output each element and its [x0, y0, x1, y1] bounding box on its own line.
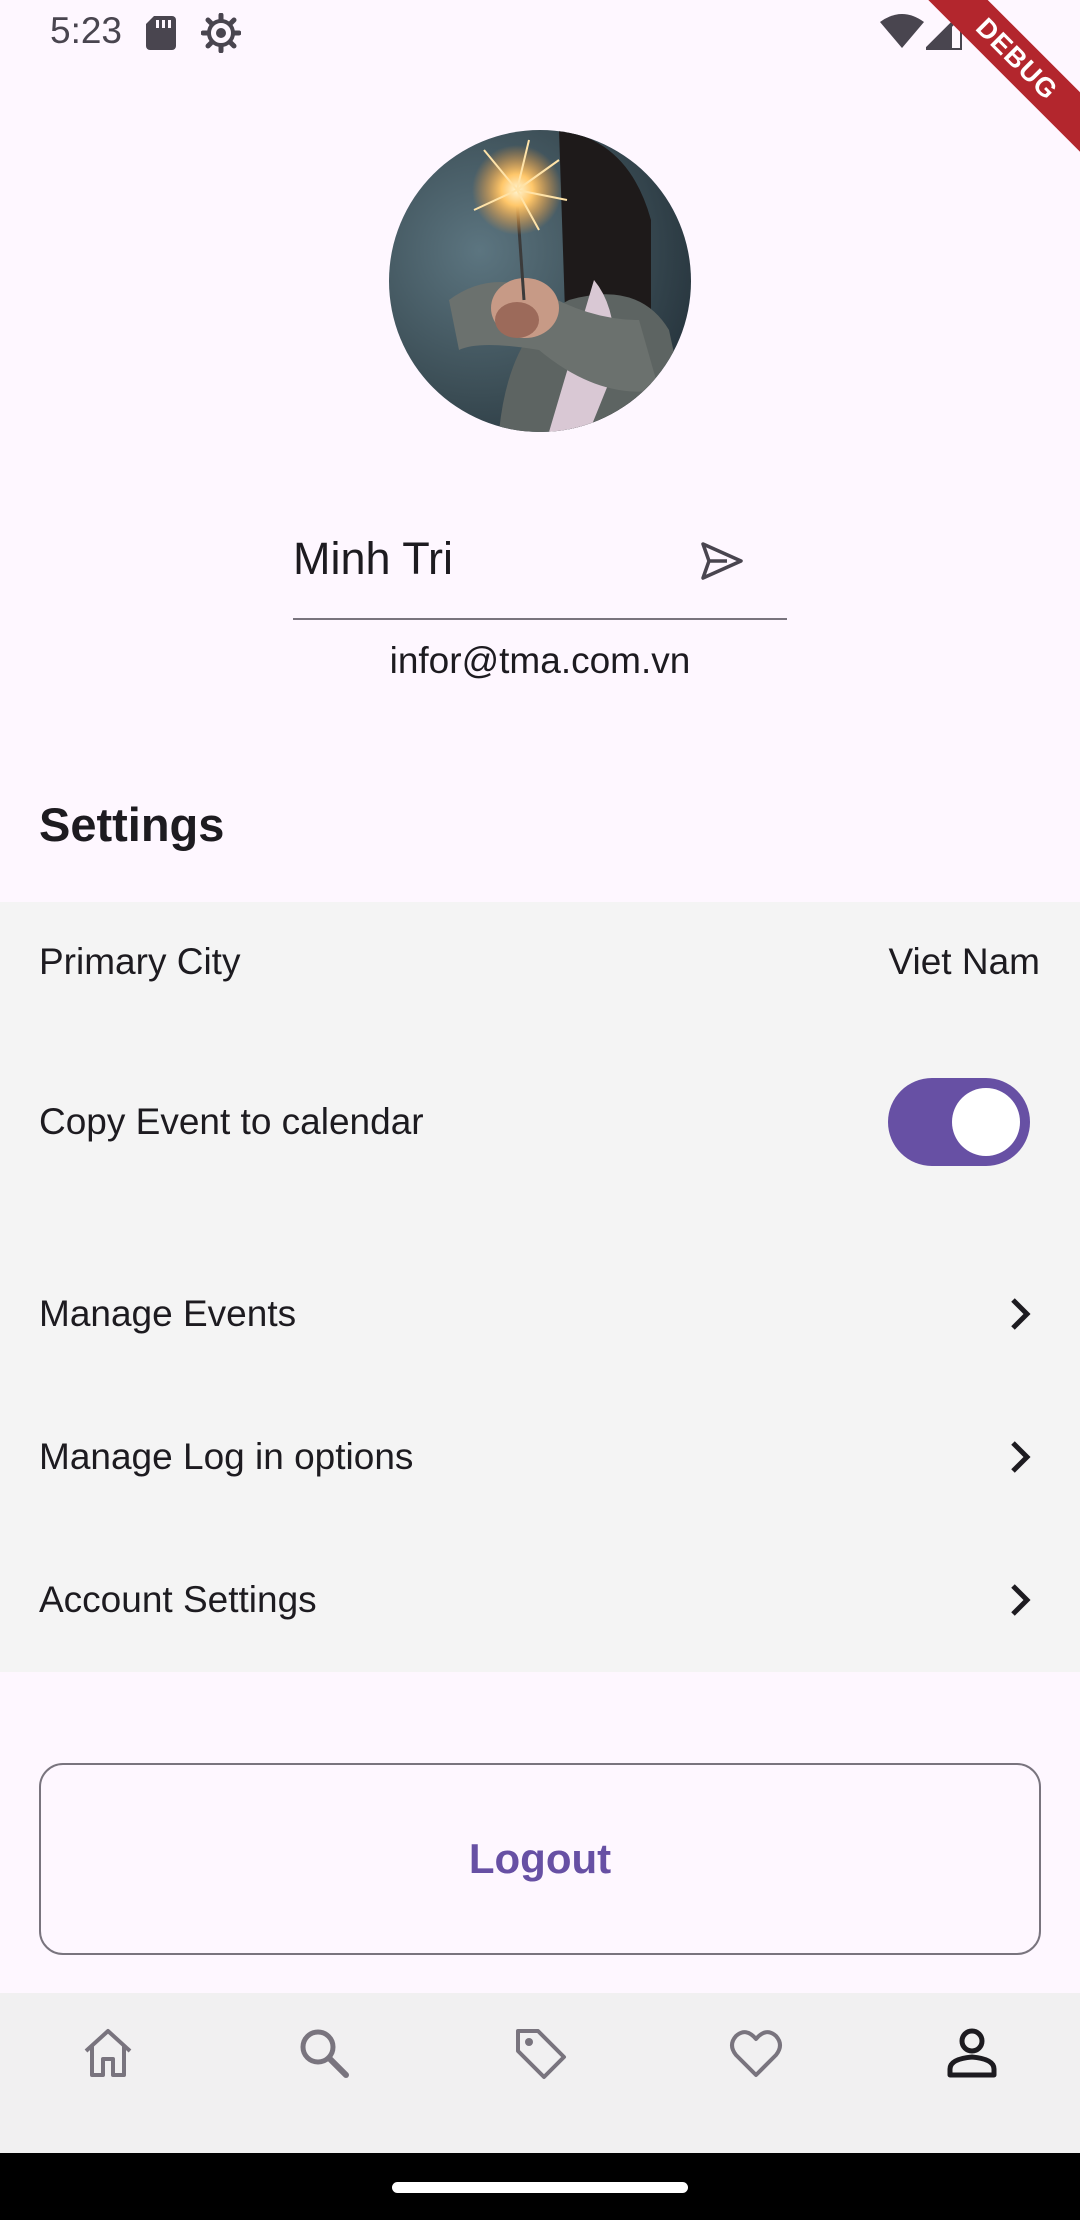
- copy-event-toggle[interactable]: [888, 1078, 1030, 1166]
- primary-city-label: Primary City: [39, 941, 241, 982]
- home-icon: [84, 2029, 132, 2077]
- sd-card-icon: [146, 16, 176, 50]
- gesture-bar: [0, 2153, 1080, 2220]
- debug-banner-label: DEBUG: [920, 0, 1080, 160]
- status-bar: 5:23 DEBUG: [0, 0, 1080, 160]
- nav-profile[interactable]: [942, 2023, 1002, 2083]
- manage-events-label: Manage Events: [39, 1293, 297, 1334]
- nav-favorites[interactable]: [726, 2023, 786, 2083]
- account-settings-label: Account Settings: [39, 1579, 317, 1620]
- settings-list: Primary City Viet Nam Copy Event to cale…: [0, 902, 1080, 1672]
- settings-gear-icon: [201, 13, 241, 53]
- chevron-right-icon: [1011, 1441, 1031, 1473]
- wifi-icon: [880, 14, 924, 48]
- avatar[interactable]: [389, 130, 691, 432]
- status-time: 5:23: [50, 10, 123, 51]
- chevron-right-icon: [1011, 1584, 1031, 1616]
- profile-screen: 5:23 DEBUG Minh Tri infor@tma.com.vn Set…: [0, 0, 1080, 2220]
- bottom-navigation: [0, 1993, 1080, 2153]
- settings-heading: Settings: [39, 798, 225, 851]
- heart-icon: [730, 2030, 782, 2077]
- account-settings-row[interactable]: Account Settings: [0, 1540, 1080, 1660]
- toggle-knob: [952, 1088, 1020, 1156]
- person-icon: [947, 2028, 997, 2078]
- manage-login-row[interactable]: Manage Log in options: [0, 1397, 1080, 1517]
- copy-event-label: Copy Event to calendar: [39, 1101, 424, 1142]
- primary-city-value: Viet Nam: [888, 941, 1041, 982]
- send-icon[interactable]: [697, 536, 747, 586]
- logout-label: Logout: [468, 1835, 612, 1882]
- nav-deals[interactable]: [510, 2023, 570, 2083]
- logout-button[interactable]: Logout: [39, 1763, 1041, 1955]
- name-field[interactable]: Minh Tri: [293, 520, 787, 620]
- chevron-right-icon: [1011, 1298, 1031, 1330]
- sparkler-photo-icon: [389, 130, 691, 432]
- tag-icon: [516, 2029, 566, 2079]
- nav-home[interactable]: [78, 2023, 138, 2083]
- home-indicator[interactable]: [392, 2182, 688, 2193]
- debug-banner: DEBUG: [920, 0, 1080, 160]
- name-value[interactable]: Minh Tri: [293, 533, 453, 585]
- nav-search[interactable]: [294, 2023, 354, 2083]
- manage-events-row[interactable]: Manage Events: [0, 1254, 1080, 1374]
- search-icon: [300, 2029, 349, 2078]
- email-text: infor@tma.com.vn: [389, 640, 691, 681]
- primary-city-row[interactable]: Primary City Viet Nam: [0, 902, 1080, 1022]
- manage-login-label: Manage Log in options: [39, 1436, 414, 1477]
- copy-event-row: Copy Event to calendar: [0, 1052, 1080, 1192]
